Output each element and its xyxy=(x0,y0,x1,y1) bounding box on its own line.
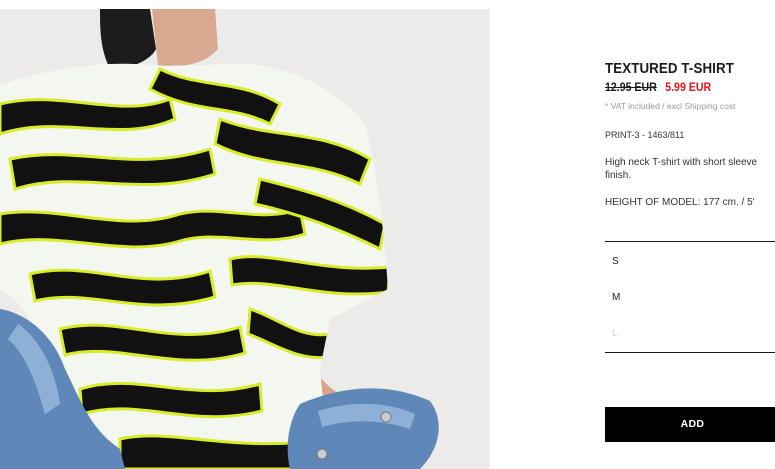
size-option-l: L xyxy=(612,328,618,339)
product-reference: PRINT-3 - 1463/811 xyxy=(605,130,685,140)
product-title: TEXTURED T-SHIRT xyxy=(605,61,734,77)
product-image[interactable] xyxy=(0,9,490,469)
product-description: High neck T-shirt with short sleeve fini… xyxy=(605,157,758,181)
model-height: HEIGHT OF MODEL: 177 cm. / 5' xyxy=(605,197,755,208)
price-block: 12.95 EUR 5.99 EUR xyxy=(605,82,711,94)
sale-price: 5.99 EUR xyxy=(665,82,712,94)
size-option-s[interactable]: S xyxy=(612,256,619,267)
size-option-m[interactable]: M xyxy=(612,292,620,303)
size-selector: S M L xyxy=(605,241,775,353)
vat-note: * VAT included / excl Shipping cost xyxy=(605,101,736,111)
product-info-panel: TEXTURED T-SHIRT 12.95 EUR 5.99 EUR * VA… xyxy=(605,0,775,469)
old-price: 12.95 EUR xyxy=(605,82,657,94)
product-photo-illustration xyxy=(0,9,490,469)
add-to-cart-button[interactable]: ADD xyxy=(605,407,775,442)
